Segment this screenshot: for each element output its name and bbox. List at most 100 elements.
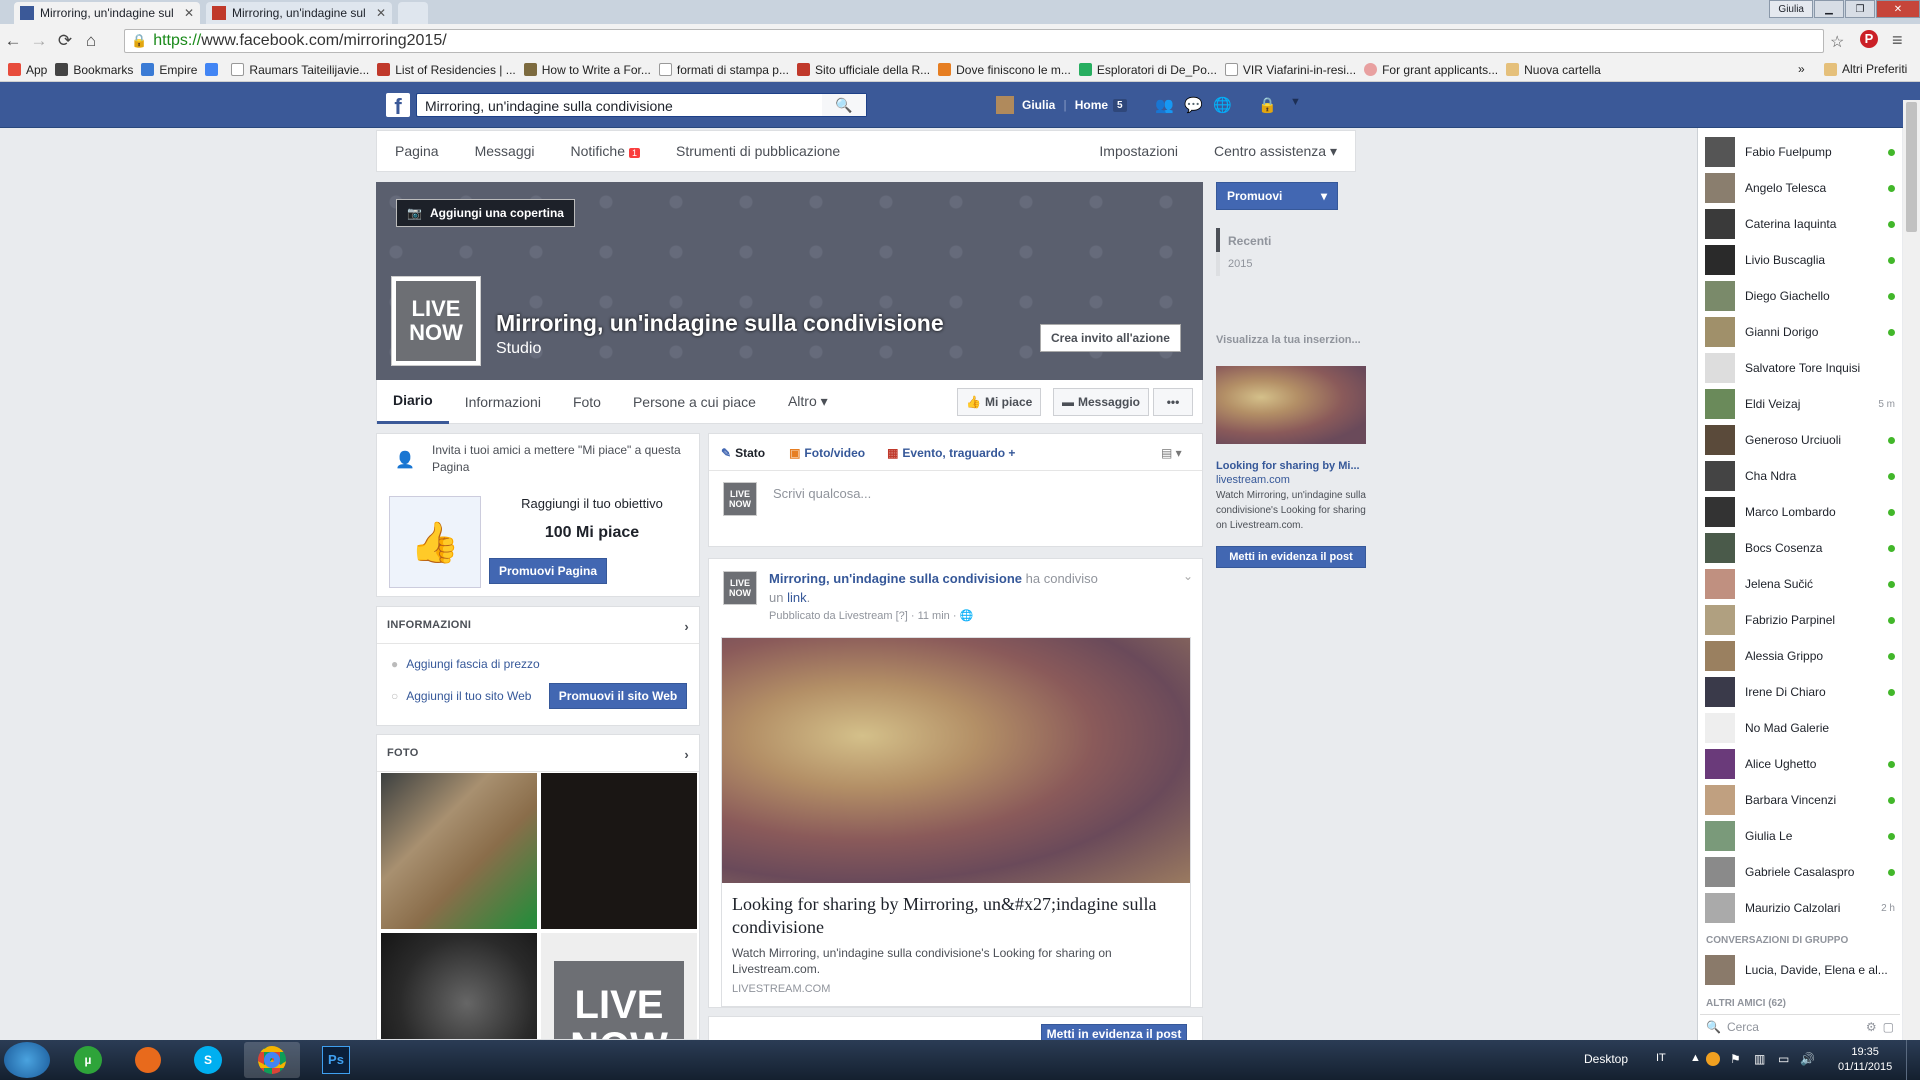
- chat-friend-item[interactable]: Angelo Telesca: [1705, 173, 1895, 203]
- chat-friend-item[interactable]: Fabrizio Parpinel: [1705, 605, 1895, 635]
- photo-thumbnail[interactable]: [381, 933, 537, 1039]
- group-conversation-item[interactable]: Lucia, Davide, Elena e al...: [1705, 955, 1895, 985]
- chrome-user-badge[interactable]: Giulia: [1769, 0, 1813, 18]
- tray-flag-icon[interactable]: ⚑: [1730, 1052, 1741, 1066]
- chat-friend-item[interactable]: Bocs Cosenza: [1705, 533, 1895, 563]
- chat-search-input[interactable]: 🔍 Cerca ⚙ ▢: [1700, 1014, 1900, 1038]
- avatar[interactable]: [996, 96, 1014, 114]
- tab-diario[interactable]: Diario: [377, 380, 449, 424]
- new-tab-button[interactable]: [398, 2, 428, 24]
- chat-friend-item[interactable]: Alice Ughetto: [1705, 749, 1895, 779]
- chrome-menu-icon[interactable]: ≡: [1892, 30, 1903, 51]
- nav-centro-assistenza[interactable]: Centro assistenza ▾: [1196, 143, 1355, 160]
- notifications-globe-icon[interactable]: 🌐: [1213, 96, 1232, 114]
- bookmark-item[interactable]: App: [8, 63, 47, 77]
- other-bookmarks[interactable]: Altri Preferiti: [1824, 62, 1907, 76]
- chat-friend-item[interactable]: Generoso Urciuoli: [1705, 425, 1895, 455]
- like-page-button[interactable]: 👍 Mi piace: [957, 388, 1042, 416]
- chat-friend-item[interactable]: Alessia Grippo: [1705, 641, 1895, 671]
- chat-options-icon[interactable]: ▢: [1883, 1020, 1894, 1034]
- bookmark-star-icon[interactable]: ☆: [1830, 32, 1844, 52]
- chat-friend-item[interactable]: Maurizio Calzolari 2 h: [1705, 893, 1895, 923]
- year-2015[interactable]: 2015: [1228, 258, 1252, 270]
- post-link-word[interactable]: link: [787, 590, 807, 605]
- bookmark-item[interactable]: Raumars Taiteilijavie...: [231, 63, 369, 77]
- tray-network-icon[interactable]: ▥: [1754, 1052, 1765, 1066]
- address-bar[interactable]: 🔒 https:// www.facebook.com/mirroring201…: [124, 29, 1824, 53]
- pinterest-icon[interactable]: P: [1860, 30, 1878, 48]
- skype-icon[interactable]: S: [180, 1042, 236, 1078]
- facebook-logo-icon[interactable]: f: [386, 93, 410, 119]
- chat-friend-item[interactable]: Cha Ndra: [1705, 461, 1895, 491]
- photo-thumbnail[interactable]: [541, 773, 697, 929]
- photo-thumbnail[interactable]: [381, 773, 537, 929]
- message-button[interactable]: ▬ Messaggio: [1053, 388, 1150, 416]
- chat-friend-item[interactable]: Gianni Dorigo: [1705, 317, 1895, 347]
- chat-friend-item[interactable]: No Mad Galerie: [1705, 713, 1895, 743]
- photoshop-icon[interactable]: Ps: [308, 1042, 364, 1078]
- bookmark-item[interactable]: [205, 63, 223, 76]
- year-recenti[interactable]: Recenti: [1228, 234, 1271, 248]
- user-name[interactable]: Giulia: [1022, 98, 1055, 112]
- chat-friend-item[interactable]: Barbara Vincenzi: [1705, 785, 1895, 815]
- add-price-range[interactable]: ● Aggiungi fascia di prezzo: [391, 657, 540, 671]
- desktop-toolbar[interactable]: Desktop: [1584, 1052, 1628, 1066]
- promote-page-button[interactable]: Promuovi Pagina: [489, 558, 607, 584]
- vlc-media-icon[interactable]: [120, 1042, 176, 1078]
- photo-thumbnail[interactable]: LIVENOW: [541, 933, 697, 1039]
- page-title[interactable]: Mirroring, un'indagine sulla condivision…: [496, 310, 944, 337]
- page-scrollbar[interactable]: [1903, 100, 1920, 1040]
- facebook-search-input[interactable]: Mirroring, un'indagine sulla condivision…: [416, 93, 867, 117]
- bookmarks-overflow[interactable]: »: [1798, 62, 1805, 76]
- nav-messaggi[interactable]: Messaggi: [457, 143, 553, 159]
- nav-strumenti[interactable]: Strumenti di pubblicazione: [658, 143, 858, 159]
- invite-text[interactable]: Invita i tuoi amici a mettere "Mi piace"…: [432, 442, 692, 476]
- language-indicator[interactable]: IT: [1656, 1052, 1666, 1064]
- promote-dropdown[interactable]: Promuovi ▾: [1216, 182, 1338, 210]
- tab-informazioni[interactable]: Informazioni: [449, 380, 557, 424]
- home-icon[interactable]: ⌂: [78, 31, 104, 51]
- post-author[interactable]: Mirroring, un'indagine sulla condivision…: [769, 571, 1022, 586]
- tray-display-icon[interactable]: ▭: [1778, 1052, 1789, 1066]
- bookmark-item[interactable]: Dove finiscono le m...: [938, 63, 1071, 77]
- nav-pagina[interactable]: Pagina: [377, 143, 457, 159]
- search-icon[interactable]: 🔍: [822, 94, 866, 116]
- reload-icon[interactable]: ⟳: [52, 31, 78, 51]
- link-preview-image[interactable]: [722, 638, 1190, 883]
- close-tab-icon[interactable]: ✕: [184, 6, 194, 20]
- bookmark-item[interactable]: Bookmarks: [55, 63, 133, 77]
- browser-tab-active[interactable]: Mirroring, un'indagine sul ✕: [14, 2, 200, 24]
- chat-friend-item[interactable]: Fabio Fuelpump: [1705, 137, 1895, 167]
- bookmark-item[interactable]: Sito ufficiale della R...: [796, 63, 930, 77]
- bookmark-item[interactable]: How to Write a For...: [523, 63, 651, 77]
- minimize-icon[interactable]: ▁: [1814, 0, 1844, 18]
- tray-expand-icon[interactable]: ▲: [1690, 1052, 1701, 1064]
- add-website[interactable]: ○ Aggiungi il tuo sito Web: [391, 689, 531, 703]
- chat-friend-item[interactable]: Giulia Le: [1705, 821, 1895, 851]
- browser-tab[interactable]: Mirroring, un'indagine sul ✕: [206, 2, 392, 24]
- chat-friend-item[interactable]: Diego Giachello: [1705, 281, 1895, 311]
- ad-preview-header[interactable]: Visualizza la tua inserzion...: [1216, 334, 1361, 346]
- nav-impostazioni[interactable]: Impostazioni: [1081, 143, 1196, 159]
- privacy-lock-icon[interactable]: 🔒: [1258, 96, 1277, 114]
- bookmark-item[interactable]: List of Residencies | ...: [377, 63, 516, 77]
- show-desktop-button[interactable]: [1906, 1040, 1920, 1080]
- forward-icon[interactable]: →: [26, 31, 52, 51]
- composer-tab-foto[interactable]: ▣ Foto/video: [789, 446, 865, 460]
- chat-friend-item[interactable]: Salvatore Tore Inquisi: [1705, 353, 1895, 383]
- post-options-chevron-icon[interactable]: ⌄: [1183, 569, 1193, 583]
- bookmark-item[interactable]: For grant applicants...: [1364, 63, 1498, 77]
- bookmark-item[interactable]: formati di stampa p...: [658, 63, 789, 77]
- chevron-right-icon[interactable]: ›: [684, 619, 689, 634]
- composer-options-icon[interactable]: ▤ ▾: [1161, 446, 1182, 460]
- composer-tab-evento[interactable]: ▦ Evento, traguardo +: [887, 446, 1015, 460]
- ad-image[interactable]: [1216, 366, 1366, 444]
- nav-notifiche[interactable]: Notifiche 1: [553, 143, 658, 159]
- close-tab-icon[interactable]: ✕: [376, 6, 386, 20]
- chevron-right-icon[interactable]: ›: [684, 747, 689, 762]
- ad-title[interactable]: Looking for sharing by Mi...: [1216, 460, 1366, 472]
- chat-friend-item[interactable]: Irene Di Chiaro: [1705, 677, 1895, 707]
- profile-picture[interactable]: LIVE NOW: [391, 276, 481, 366]
- chat-friend-item[interactable]: Caterina Iaquinta: [1705, 209, 1895, 239]
- composer-tab-stato[interactable]: ✎ Stato: [721, 446, 765, 460]
